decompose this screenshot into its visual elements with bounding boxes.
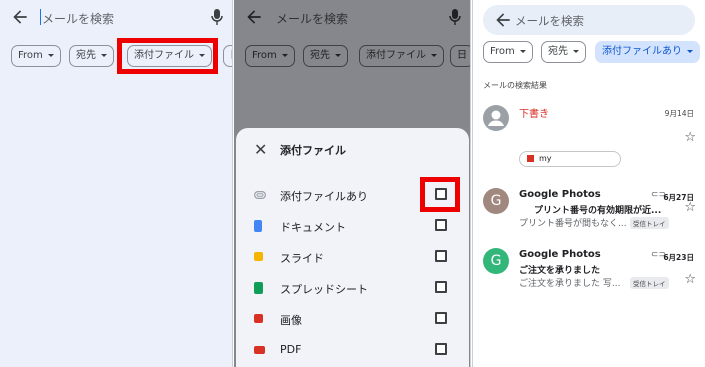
image-icon <box>254 314 263 323</box>
inbox-label: 受信トレイ <box>630 217 669 229</box>
from-chip[interactable]: From <box>483 41 533 63</box>
to-chip-label: 宛先 <box>76 50 96 61</box>
mail-sender: Google Photos <box>519 189 601 200</box>
option-pdf[interactable]: PDF <box>236 339 469 361</box>
mail-item[interactable]: G Google Photos ⊂⊃ 6月23日 ご注文を承りました ご注文を承… <box>473 246 705 304</box>
mail-item[interactable]: G Google Photos ⊂⊃ 6月27日 プリント番号の有効期限が近..… <box>473 186 705 244</box>
avatar: G <box>483 188 509 214</box>
date-chip[interactable]: 日 <box>223 45 232 67</box>
from-chip-label: From <box>252 50 277 61</box>
to-chip[interactable]: 宛先 <box>69 45 114 67</box>
attachment-chip-active[interactable]: 添付ファイルあり <box>595 41 700 63</box>
to-chip[interactable]: 宛先 <box>541 41 586 63</box>
to-chip-label: 宛先 <box>548 46 568 57</box>
search-bar[interactable]: メールを検索 <box>234 0 470 36</box>
search-input[interactable]: メールを検索 <box>515 13 584 29</box>
mail-snippet: ご注文を承りました 写... <box>519 279 621 289</box>
to-chip-label: 宛先 <box>310 50 330 61</box>
highlight-box <box>117 38 218 74</box>
dropdown-arrow-icon <box>687 49 693 53</box>
back-arrow-icon[interactable] <box>10 7 30 27</box>
to-chip[interactable]: 宛先 <box>303 45 348 67</box>
back-arrow-icon[interactable] <box>493 10 513 30</box>
attachment-bottom-sheet: ✕ 添付ファイル 添付ファイルあり ドキュメント スライド スプレッドシート 画… <box>236 128 469 367</box>
text-cursor <box>40 9 41 25</box>
option-docs[interactable]: ドキュメント <box>236 215 469 237</box>
date-chip-label: 日 <box>457 50 467 61</box>
highlight-box <box>420 177 460 212</box>
star-icon[interactable]: ☆ <box>684 273 696 286</box>
date-chip[interactable]: 日 <box>450 45 470 67</box>
search-bar[interactable]: メールを検索 <box>483 5 695 35</box>
results-heading: メールの検索結果 <box>483 81 547 90</box>
mail-date: 9月14日 <box>664 109 694 118</box>
date-chip-label: 日 <box>230 50 232 61</box>
dropdown-arrow-icon <box>47 53 54 57</box>
sheet-title: 添付ファイル <box>280 144 346 157</box>
search-results-panel: メールを検索 From 宛先 添付ファイルあり メールの検索結果 下書き 9月1… <box>472 0 705 367</box>
checkbox[interactable] <box>435 219 447 231</box>
person-icon <box>488 110 504 126</box>
search-bar[interactable]: メールを検索 <box>0 0 232 36</box>
dropdown-arrow-icon <box>335 53 341 57</box>
attachment-chip-file[interactable]: my <box>519 151 621 167</box>
checkbox[interactable] <box>435 312 447 324</box>
checkbox[interactable] <box>435 343 447 355</box>
docs-icon <box>254 220 262 232</box>
dropdown-arrow-icon <box>281 53 288 57</box>
option-label: PDF <box>280 343 302 356</box>
option-label: ドキュメント <box>280 221 346 234</box>
option-label: スライド <box>280 252 324 265</box>
dropdown-arrow-icon <box>431 53 437 57</box>
mail-subject: ご注文を承りました <box>519 266 601 276</box>
option-label: 添付ファイルあり <box>280 190 368 203</box>
mail-sender: Google Photos <box>519 249 601 260</box>
attachment-chip-label: 添付ファイルあり <box>602 46 682 57</box>
attachment-chip-label: 添付ファイル <box>366 50 426 61</box>
dropdown-arrow-icon <box>573 49 579 53</box>
close-icon[interactable]: ✕ <box>254 142 267 158</box>
search-input[interactable]: メールを検索 <box>276 10 348 27</box>
option-label: スプレッドシート <box>280 283 368 296</box>
checkbox[interactable] <box>435 281 447 293</box>
option-image[interactable]: 画像 <box>236 308 469 330</box>
option-slides[interactable]: スライド <box>236 246 469 268</box>
attachment-sheet-panel: メールを検索 From 宛先 添付ファイル 日 ✕ 添付ファイル 添付ファイルあ… <box>234 0 471 367</box>
from-chip-label: From <box>18 50 43 61</box>
search-screen-panel: メールを検索 From 宛先 添付ファイル 日 <box>0 0 233 367</box>
dropdown-arrow-icon <box>101 53 107 57</box>
avatar: G <box>483 248 509 274</box>
inbox-label: 受信トレイ <box>630 277 669 289</box>
back-arrow-icon[interactable] <box>244 7 264 27</box>
image-icon <box>527 155 534 162</box>
search-input[interactable]: メールを検索 <box>42 10 114 27</box>
microphone-icon[interactable] <box>210 8 224 26</box>
option-sheets[interactable]: スプレッドシート <box>236 277 469 299</box>
mail-sender: 下書き <box>519 109 549 120</box>
star-icon[interactable]: ☆ <box>684 201 696 214</box>
avatar <box>483 105 509 131</box>
option-label: 画像 <box>280 314 302 327</box>
star-icon[interactable]: ☆ <box>684 131 696 144</box>
from-chip[interactable]: From <box>245 45 295 67</box>
microphone-icon[interactable] <box>448 8 462 26</box>
slides-icon <box>254 252 263 261</box>
dropdown-arrow-icon <box>519 49 526 53</box>
from-chip[interactable]: From <box>11 45 61 67</box>
attachment-name: my <box>539 154 552 163</box>
mail-item[interactable]: 下書き 9月14日 ☆ my <box>473 100 705 167</box>
mail-date: 6月23日 <box>663 253 694 262</box>
mail-subject: プリント番号の有効期限が近... <box>534 206 662 216</box>
from-chip-label: From <box>490 46 515 57</box>
sheets-icon <box>254 282 263 294</box>
checkbox[interactable] <box>435 250 447 262</box>
pdf-icon <box>254 346 265 354</box>
paperclip-icon <box>254 191 266 199</box>
mail-snippet: プリント番号が間もなく... <box>519 219 627 229</box>
attachment-chip[interactable]: 添付ファイル <box>359 45 444 67</box>
